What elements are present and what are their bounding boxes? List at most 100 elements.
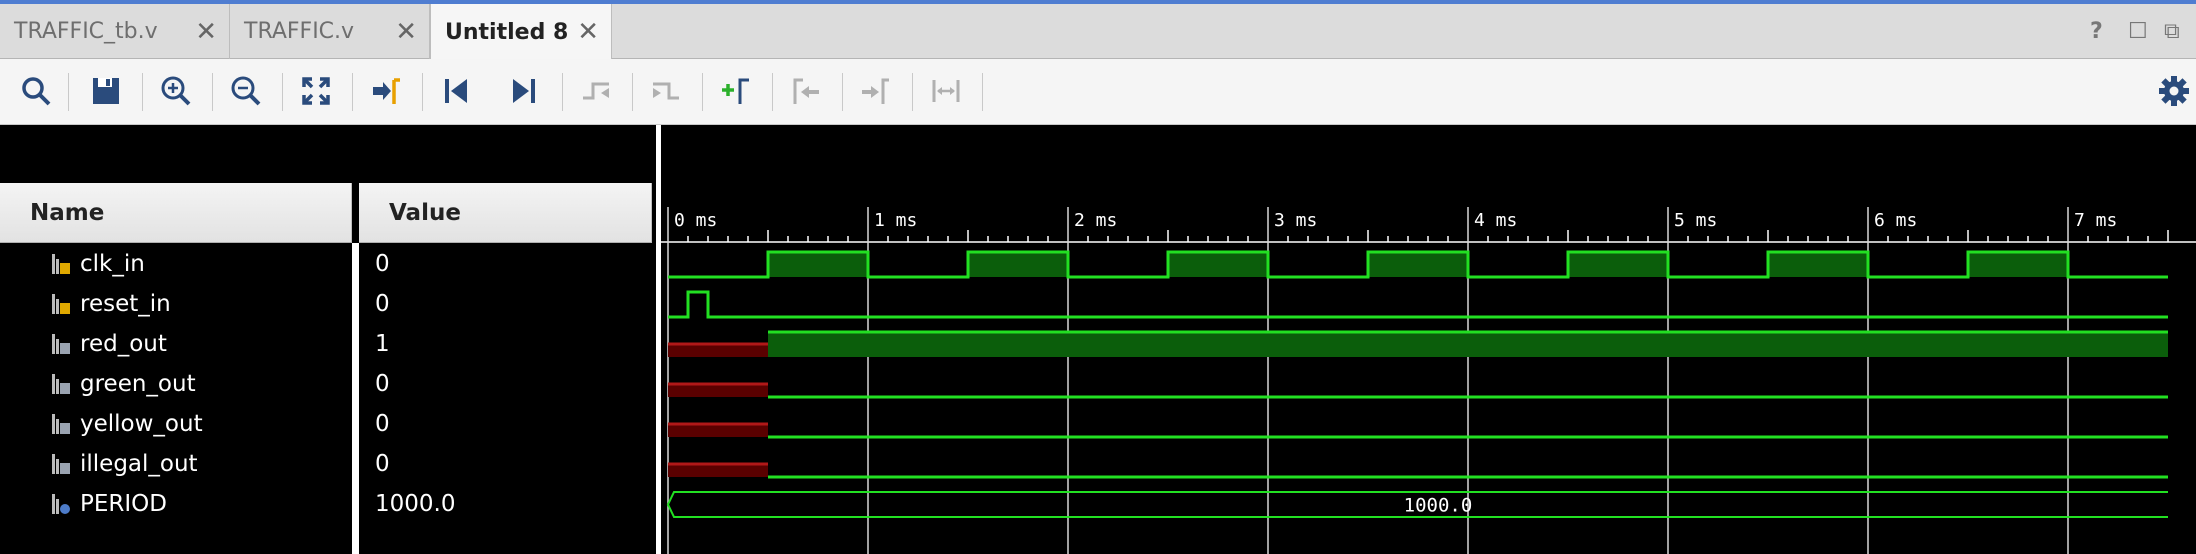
input-signal-icon — [50, 253, 72, 283]
clock-high-fill — [1968, 252, 2068, 277]
search-button[interactable] — [14, 69, 58, 113]
tab-traffic[interactable]: TRAFFIC.v ✕ — [230, 4, 430, 59]
zoom-out-icon — [231, 76, 261, 106]
signal-name: reset_in — [80, 291, 171, 317]
maximize-icon[interactable]: ☐ — [2128, 4, 2148, 59]
signal-row-reset-in[interactable]: reset_in 0 — [0, 285, 652, 325]
undefined-fill — [668, 344, 768, 357]
next-transition-button[interactable] — [644, 69, 688, 113]
previous-transition-button[interactable] — [574, 69, 618, 113]
signal-name: green_out — [80, 371, 196, 397]
clock-high-fill — [1168, 252, 1268, 277]
signal-row-illegal-out[interactable]: illegal_out 0 — [0, 445, 652, 485]
waveform-window: Name Value clk_in 0 reset_in 0 red_out 1 green… — [0, 125, 2196, 554]
clock-high-fill — [1368, 252, 1468, 277]
waveform-canvas[interactable]: 0 ms 1 ms 2 ms 3 ms 4 ms 5 ms 6 ms 7 ms 1000.0 — [661, 125, 2196, 554]
scope-header — [0, 125, 652, 181]
maximize-glyph: ☐ — [2128, 19, 2148, 44]
close-icon[interactable]: ✕ — [195, 19, 217, 45]
settings-button[interactable] — [2152, 69, 2196, 113]
signal-row-clk-in[interactable]: clk_in 0 — [0, 245, 652, 285]
previous-marker-button[interactable] — [784, 69, 828, 113]
bit-high-fill — [768, 332, 2168, 357]
signal-row-red-out[interactable]: red_out 1 — [0, 325, 652, 365]
signal-value: 1000.0 — [375, 491, 456, 517]
undefined-fill — [668, 424, 768, 437]
signal-name: clk_in — [80, 251, 145, 277]
time-tick-label: 4 ms — [1474, 210, 1517, 231]
signal-value: 0 — [375, 371, 390, 397]
zoom-in-icon — [161, 76, 191, 106]
signal-row-period[interactable]: PERIOD 1000.0 — [0, 485, 652, 525]
signal-value: 1 — [375, 331, 390, 357]
search-icon — [22, 77, 51, 106]
float-window-icon[interactable]: ⧉ — [2164, 4, 2180, 59]
settings-icon — [2159, 76, 2189, 106]
time-tick-label: 2 ms — [1074, 210, 1117, 231]
add-marker-button[interactable] — [714, 69, 758, 113]
tab-traffic-tb[interactable]: TRAFFIC_tb.v ✕ — [0, 4, 230, 59]
signal-row-yellow-out[interactable]: yellow_out 0 — [0, 405, 652, 445]
signal-name: PERIOD — [80, 491, 167, 517]
clock-high-fill — [968, 252, 1068, 277]
zoom-fit-button[interactable] — [294, 69, 338, 113]
signal-list-pane: Name Value clk_in 0 reset_in 0 red_out 1 green… — [0, 125, 656, 554]
clock-high-fill — [1568, 252, 1668, 277]
bus-value-label: 1000.0 — [1404, 495, 1473, 517]
help-icon[interactable]: ? — [2090, 4, 2103, 59]
name-header-label: Name — [30, 199, 105, 226]
name-column-header[interactable]: Name — [0, 183, 352, 243]
time-tick-label: 6 ms — [1874, 210, 1917, 231]
previous-transition-icon — [583, 82, 609, 100]
tab-bar: TRAFFIC_tb.v ✕ TRAFFIC.v ✕ Untitled 8 ✕ … — [0, 0, 2196, 60]
zoom-fit-icon — [302, 77, 330, 105]
output-signal-icon — [50, 453, 72, 483]
close-icon[interactable]: ✕ — [395, 19, 417, 45]
undefined-fill — [668, 464, 768, 477]
time-tick-label: 1 ms — [874, 210, 917, 231]
clock-high-fill — [1768, 252, 1868, 277]
go-to-cursor-button[interactable] — [364, 69, 408, 113]
tab-label: Untitled 8 — [445, 19, 569, 45]
float-glyph: ⧉ — [2164, 19, 2180, 44]
swap-cursors-icon — [932, 80, 960, 102]
go-to-time-zero-icon — [445, 79, 467, 103]
signal-name: illegal_out — [80, 451, 198, 477]
value-header-label: Value — [389, 199, 461, 226]
go-to-time-zero-button[interactable] — [434, 69, 478, 113]
waveform-toolbar — [0, 59, 2196, 125]
close-icon[interactable]: ✕ — [577, 19, 599, 45]
tab-label: TRAFFIC.v — [244, 19, 355, 44]
time-tick-label: 5 ms — [1674, 210, 1717, 231]
signal-name: yellow_out — [80, 411, 203, 437]
tab-label: TRAFFIC_tb.v — [14, 19, 158, 44]
previous-marker-icon — [793, 78, 819, 104]
next-marker-icon — [862, 78, 889, 104]
signal-value: 0 — [375, 451, 390, 477]
parameter-icon — [50, 493, 72, 523]
tab-untitled-8[interactable]: Untitled 8 ✕ — [430, 4, 612, 60]
time-tick-label: 7 ms — [2074, 210, 2117, 231]
save-button[interactable] — [84, 69, 128, 113]
signal-row-green-out[interactable]: green_out 0 — [0, 365, 652, 405]
value-column-header[interactable]: Value — [359, 183, 652, 243]
bit-waveform — [668, 290, 2168, 319]
output-signal-icon — [50, 373, 72, 403]
waveform-pane[interactable]: 0 ms 1 ms 2 ms 3 ms 4 ms 5 ms 6 ms 7 ms 1000.0 — [661, 125, 2196, 554]
go-to-last-time-button[interactable] — [502, 69, 546, 113]
output-signal-icon — [50, 333, 72, 363]
signal-name: red_out — [80, 331, 167, 357]
zoom-in-button[interactable] — [154, 69, 198, 113]
undefined-fill — [668, 384, 768, 397]
clock-high-fill — [768, 252, 868, 277]
signal-value: 0 — [375, 411, 390, 437]
go-to-last-time-icon — [513, 79, 535, 103]
signal-value: 0 — [375, 291, 390, 317]
save-icon — [93, 78, 119, 104]
time-tick-label: 0 ms — [674, 210, 717, 231]
next-marker-button[interactable] — [854, 69, 898, 113]
go-to-cursor-icon — [373, 78, 400, 104]
zoom-out-button[interactable] — [224, 69, 268, 113]
add-marker-icon — [722, 78, 749, 104]
swap-cursors-button[interactable] — [924, 69, 968, 113]
